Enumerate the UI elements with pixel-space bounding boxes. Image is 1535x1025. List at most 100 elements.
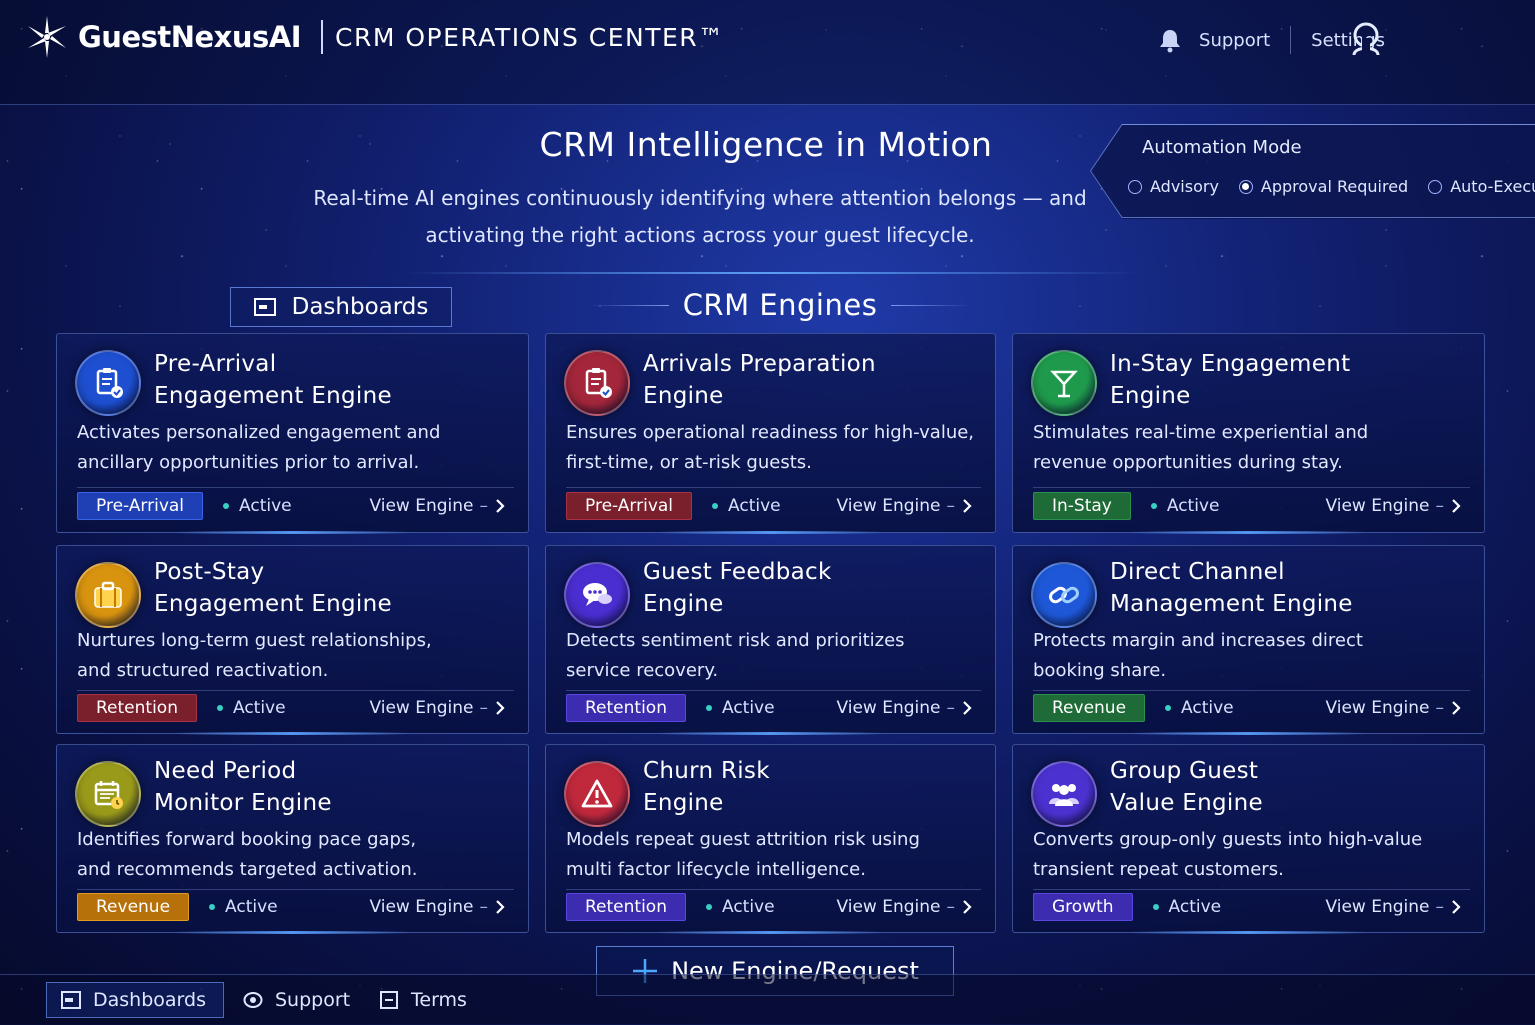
nav-separator xyxy=(1290,26,1292,54)
status-label: Active xyxy=(232,698,286,718)
engine-icon-badge xyxy=(564,350,630,416)
engine-desc-line: Models repeat guest attrition risk using xyxy=(566,829,920,850)
engine-status: Active xyxy=(712,496,781,516)
bell-icon[interactable] xyxy=(1157,27,1183,53)
mode-label: Auto-Execute xyxy=(1450,177,1535,196)
engine-description: Detects sentiment risk and prioritizes s… xyxy=(566,626,987,686)
support-eye-icon xyxy=(243,992,263,1008)
footer-terms-label: Terms xyxy=(411,989,467,1011)
radio-advisory[interactable] xyxy=(1128,179,1142,194)
engine-card-need-period[interactable]: Need Period Monitor Engine Identifies fo… xyxy=(56,744,529,934)
engine-title-line: Direct Channel xyxy=(1110,559,1285,585)
mode-label: Approval Required xyxy=(1260,177,1409,196)
view-engine-link[interactable]: View Engine – xyxy=(369,897,506,917)
status-label: Active xyxy=(239,496,292,516)
engine-card-in-stay-engagement[interactable]: In-Stay Engagement Engine Stimulates rea… xyxy=(1012,333,1485,534)
footer-terms-link[interactable]: Terms xyxy=(379,982,467,1018)
engine-icon-badge xyxy=(1031,350,1097,416)
user-avatar-icon[interactable] xyxy=(1350,22,1382,56)
engine-title-line: Engagement Engine xyxy=(154,591,392,617)
link-icon xyxy=(1049,586,1079,604)
engine-title: In-Stay Engagement Engine xyxy=(1110,348,1474,412)
engine-card-churn-risk[interactable]: Churn Risk Engine Models repeat guest at… xyxy=(545,744,996,934)
clipboard-check-icon xyxy=(96,368,123,398)
engine-card-footer: Pre-Arrival Active View Engine – xyxy=(77,492,506,520)
engine-icon-badge xyxy=(564,761,630,827)
footer-dashboards-link[interactable]: Dashboards xyxy=(46,982,224,1018)
radio-approval-required[interactable] xyxy=(1238,179,1253,194)
card-divider xyxy=(1033,889,1470,890)
engine-desc-line: revenue opportunities during stay. xyxy=(1033,452,1343,473)
status-dot xyxy=(223,503,230,509)
view-engine-link[interactable]: View Engine – xyxy=(369,698,506,718)
chat-bubbles-icon xyxy=(583,583,612,606)
engine-card-footer: Revenue Active View Engine – xyxy=(1033,694,1462,722)
view-engine-label: View Engine xyxy=(369,496,474,516)
dashboard-icon xyxy=(253,298,276,316)
link-dash: – xyxy=(479,496,489,516)
engine-desc-line: Activates personalized engagement and xyxy=(77,422,441,443)
status-label: Active xyxy=(721,897,775,917)
link-dash: – xyxy=(479,698,489,718)
bottom-bar xyxy=(0,974,1535,1025)
app-title: CRM OPERATIONS CENTER™ xyxy=(335,22,725,52)
engine-title-line: Engine xyxy=(643,591,724,617)
engine-icon-badge xyxy=(75,761,141,827)
engine-card-footer: Revenue Active View Engine – xyxy=(77,893,506,921)
engine-desc-line: ancillary opportunities prior to arrival… xyxy=(77,452,420,473)
radio-auto-execute[interactable] xyxy=(1428,179,1443,194)
mode-option-auto-execute[interactable]: Auto-Execute xyxy=(1428,177,1535,196)
engine-description: Protects margin and increases direct boo… xyxy=(1033,626,1476,686)
mode-label: Advisory xyxy=(1150,177,1219,196)
chevron-right-icon xyxy=(496,900,505,914)
view-engine-link[interactable]: View Engine – xyxy=(836,897,973,917)
engine-status: Active xyxy=(1152,897,1221,917)
view-engine-link[interactable]: View Engine – xyxy=(369,496,506,516)
engine-card-footer: In-Stay Active View Engine – xyxy=(1033,492,1462,520)
engine-desc-line: service recovery. xyxy=(566,660,719,681)
mode-option-advisory[interactable]: Advisory xyxy=(1128,177,1219,196)
chevron-right-icon xyxy=(963,900,972,914)
engine-desc-line: Ensures operational readiness for high-v… xyxy=(566,422,975,443)
engine-card-post-stay[interactable]: Post-Stay Engagement Engine Nurtures lon… xyxy=(56,545,529,735)
view-engine-link[interactable]: View Engine – xyxy=(1325,698,1462,718)
card-divider xyxy=(566,487,981,488)
engine-tag: Revenue xyxy=(77,893,190,921)
engine-desc-line: Converts group-only guests into high-val… xyxy=(1033,829,1423,850)
status-label: Active xyxy=(728,496,781,516)
engine-desc-line: Identifies forward booking pace gaps, xyxy=(77,829,417,850)
engines-heading: CRM Engines xyxy=(575,288,985,322)
engine-title-line: Engagement Engine xyxy=(154,383,392,409)
automation-mode-options: Advisory Approval Required Auto-Execute xyxy=(1128,177,1535,196)
warning-icon xyxy=(581,779,613,808)
view-engine-link[interactable]: View Engine – xyxy=(836,698,973,718)
engine-card-direct-channel[interactable]: Direct Channel Management Engine Protect… xyxy=(1012,545,1485,735)
engine-card-group-guest[interactable]: Group Guest Value Engine Converts group-… xyxy=(1012,744,1485,934)
engine-card-guest-feedback[interactable]: Guest Feedback Engine Detects sentiment … xyxy=(545,545,996,735)
status-dot xyxy=(705,904,712,910)
engine-description: Nurtures long-term guest relationships, … xyxy=(77,626,520,686)
view-engine-link[interactable]: View Engine – xyxy=(1325,496,1462,516)
view-engine-link[interactable]: View Engine – xyxy=(836,496,973,516)
link-dash: – xyxy=(946,496,956,516)
status-label: Active xyxy=(1181,698,1234,718)
footer-support-link[interactable]: Support xyxy=(243,982,350,1018)
calendar-icon xyxy=(94,781,123,809)
mode-option-approval-required[interactable]: Approval Required xyxy=(1238,177,1409,196)
dashboards-button[interactable]: Dashboards xyxy=(230,287,452,327)
engine-tag: Revenue xyxy=(1033,694,1146,722)
engine-title-line: Guest Feedback xyxy=(643,559,832,585)
engine-card-pre-arrival[interactable]: Pre-Arrival Engagement Engine Activates … xyxy=(56,333,529,534)
engine-title-line: Group Guest xyxy=(1110,758,1259,784)
cocktail-icon xyxy=(1050,370,1078,398)
view-engine-link[interactable]: View Engine – xyxy=(1325,897,1462,917)
engine-card-footer: Retention Active View Engine – xyxy=(77,694,506,722)
support-link[interactable]: Support xyxy=(1199,30,1270,51)
chevron-right-icon xyxy=(1452,701,1461,715)
engine-tag: Pre-Arrival xyxy=(77,492,204,520)
footer-dashboards-label: Dashboards xyxy=(93,989,206,1011)
link-dash: – xyxy=(1435,897,1445,917)
card-divider xyxy=(77,690,514,691)
engine-card-arrivals-preparation[interactable]: Arrivals Preparation Engine Ensures oper… xyxy=(545,333,996,534)
engine-card-footer: Growth Active View Engine – xyxy=(1033,893,1462,921)
